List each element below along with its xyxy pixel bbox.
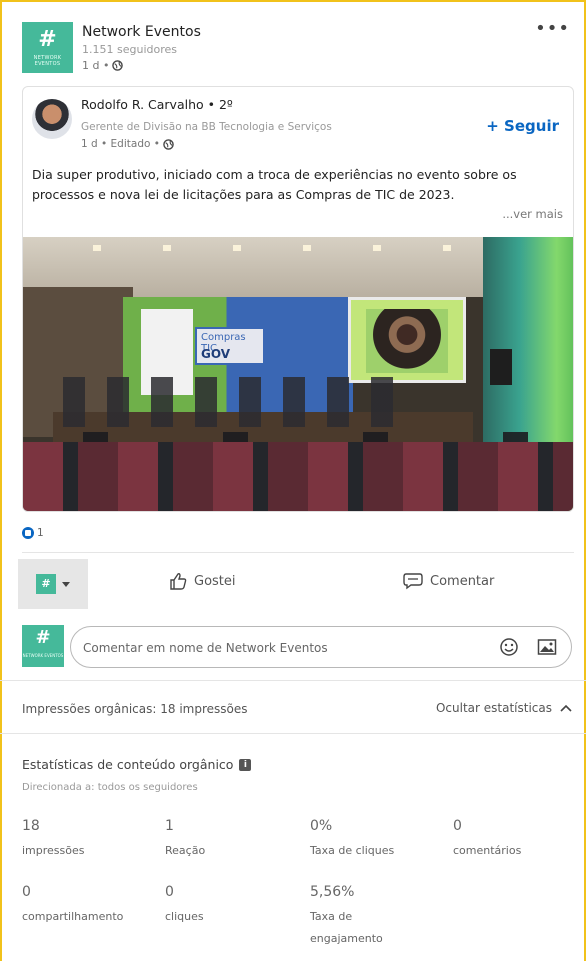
company-followers: 1.151 seguidores [82, 43, 177, 56]
metric-click-rate: 0% Taxa de cliques [310, 818, 450, 862]
shared-post-card: Rodolfo R. Carvalho • 2º Gerente de Divi… [22, 86, 574, 512]
like-icon [22, 527, 34, 539]
post-text: Dia super produtivo, iniciado com a troc… [32, 167, 517, 202]
photo-lights [93, 245, 473, 251]
see-more-link[interactable]: ...ver mais [502, 207, 563, 221]
company-logo-hash: # [38, 27, 57, 52]
metric-comments: 0 comentários [453, 818, 586, 862]
globe-icon [112, 60, 124, 71]
like-label: Gostei [194, 573, 236, 589]
photo-screen-speaker [366, 309, 448, 373]
chevron-down-icon [62, 581, 70, 587]
metric-value: 0% [310, 818, 333, 834]
chevron-up-icon [560, 704, 572, 712]
company-name[interactable]: Network Eventos [82, 24, 201, 40]
metric-value: 1 [165, 818, 174, 834]
commenter-logo: # NETWORK EVENTOS [22, 625, 64, 667]
commenter-logo-hash: # [35, 627, 51, 648]
metric-reactions: 1 Reação [165, 818, 305, 862]
more-options-icon[interactable]: ••• [535, 18, 570, 39]
emoji-icon[interactable] [499, 637, 519, 657]
stats-title-text: Estatísticas de conteúdo orgânico [22, 757, 234, 772]
metric-label: Taxa de cliques [310, 844, 395, 857]
author-headline: Gerente de Divisão na BB Tecnologia e Se… [81, 121, 332, 133]
metric-clicks: 0 cliques [165, 884, 305, 928]
metric-value: 18 [22, 818, 40, 834]
comment-input[interactable] [83, 637, 483, 659]
image-icon[interactable] [537, 638, 557, 656]
organic-impressions: Impressões orgânicas: 18 impressões [22, 702, 248, 716]
reaction-count: 1 [37, 527, 44, 539]
metric-label: compartilhamento [22, 910, 124, 923]
divider [0, 733, 586, 734]
metric-label: impressões [22, 844, 85, 857]
metric-value: 0 [22, 884, 31, 900]
photo-audience-seats [23, 442, 573, 511]
photo-panelists [63, 377, 393, 427]
globe-icon [163, 138, 174, 150]
action-bar: # Gostei Comentar [18, 559, 574, 611]
photo-event-logo: Compras TIC GOV [195, 327, 265, 365]
metric-value: 0 [453, 818, 462, 834]
thumbs-up-icon [170, 573, 187, 590]
hide-stats-label: Ocultar estatísticas [435, 701, 552, 715]
stats-subtitle: Direcionada a: todos os seguidores [22, 782, 198, 793]
commenter-logo-sub: NETWORK EVENTOS [22, 653, 64, 658]
company-time-text: 1 d • [82, 59, 110, 72]
company-mini-logo: # [36, 574, 56, 594]
author-post-time: 1 d • Editado • [81, 138, 174, 150]
comment-button[interactable]: Comentar [402, 571, 494, 591]
comment-icon [403, 573, 423, 590]
follow-button[interactable]: + Seguir [486, 117, 559, 135]
post-image[interactable]: Compras TIC GOV [23, 237, 573, 511]
metric-value: 0 [165, 884, 174, 900]
metric-shares: 0 compartilhamento [22, 884, 162, 928]
like-button[interactable]: Gostei [168, 571, 236, 591]
divider [0, 680, 586, 681]
metric-label: cliques [165, 910, 204, 923]
divider [22, 552, 574, 553]
info-icon[interactable]: i [239, 758, 252, 771]
metric-label: comentários [453, 844, 522, 857]
author-avatar[interactable] [32, 99, 72, 139]
actor-selector[interactable]: # [18, 559, 88, 609]
stats-title: Estatísticas de conteúdo orgânico i [22, 757, 252, 772]
company-logo-sub: NETWORK EVENTOS [33, 55, 62, 67]
photo-logo-line2: GOV [201, 347, 231, 361]
hide-stats-button[interactable]: Ocultar estatísticas [436, 701, 572, 715]
author-time-text: 1 d • Editado • [81, 138, 160, 150]
metric-label: Reação [165, 844, 206, 857]
comment-label: Comentar [430, 573, 495, 589]
metric-engagement-rate: 5,56% Taxa de engajamento [310, 884, 420, 950]
author-name[interactable]: Rodolfo R. Carvalho • 2º [81, 97, 233, 112]
photo-loudspeaker [490, 349, 512, 385]
metric-value: 5,56% [310, 884, 355, 900]
metric-impressions: 18 impressões [22, 818, 162, 862]
reactions-summary[interactable]: 1 [22, 527, 44, 539]
comment-box [70, 626, 572, 668]
company-logo[interactable]: # NETWORK EVENTOS [22, 22, 73, 73]
metric-label: Taxa de engajamento [310, 910, 383, 945]
company-post-time: 1 d • [82, 59, 124, 72]
